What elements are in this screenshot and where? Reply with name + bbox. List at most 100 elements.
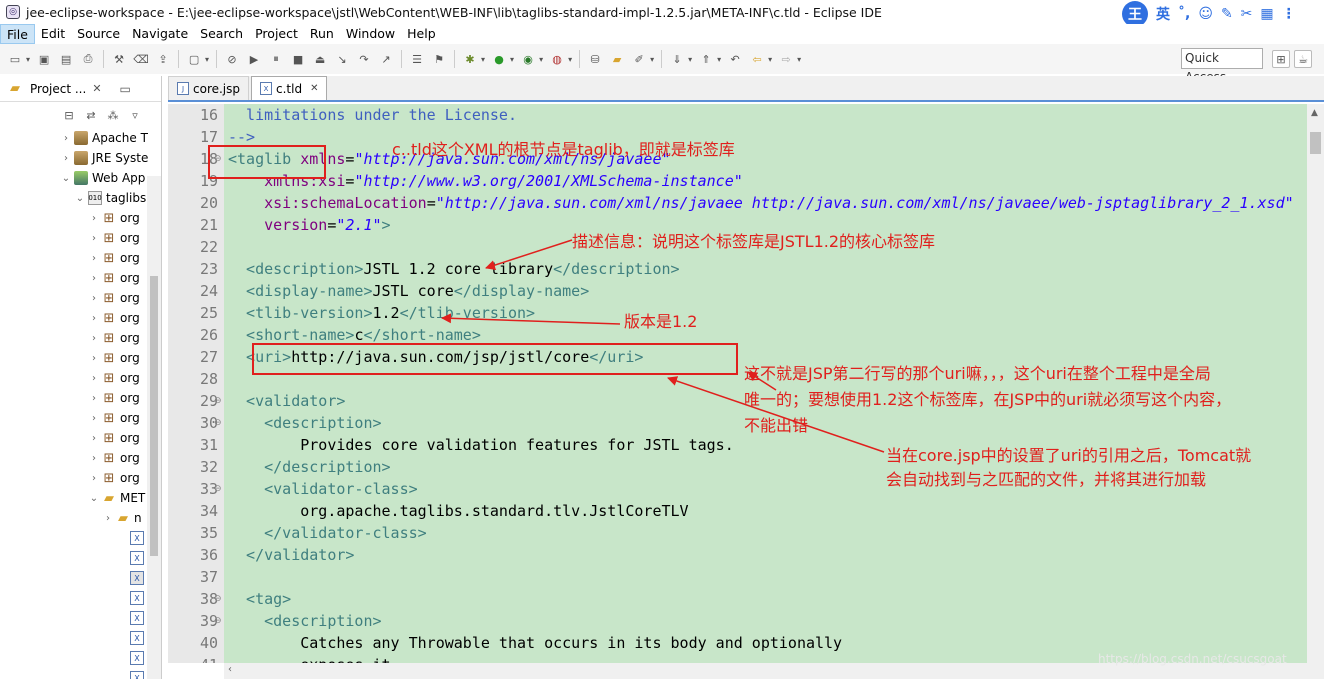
back-dropdown-icon[interactable]: ▾ — [768, 55, 772, 64]
code-line[interactable]: <tag> — [228, 588, 291, 610]
tree-item[interactable]: › ⊞ org — [0, 228, 161, 248]
ime-keyboard-icon[interactable]: ▦ — [1260, 6, 1273, 22]
forward-dropdown-icon[interactable]: ▾ — [797, 55, 801, 64]
tree-toggle-icon[interactable]: ⌄ — [88, 493, 100, 504]
tree-item[interactable]: Xfi — [0, 648, 161, 668]
tree-toggle-icon[interactable]: › — [88, 353, 100, 364]
code-line[interactable]: <tlib-version>1.2</tlib-version> — [228, 302, 535, 324]
tree-item[interactable]: › ⊞ org — [0, 368, 161, 388]
menu-edit[interactable]: Edit — [35, 24, 71, 44]
next-annotation-icon[interactable]: ⇓ — [668, 50, 686, 68]
code-line[interactable]: <description> — [228, 412, 381, 434]
tree-toggle-icon[interactable]: › — [88, 333, 100, 344]
tree-item[interactable]: ⌄ Web App — [0, 168, 161, 188]
new-dropdown-icon[interactable]: ▾ — [26, 55, 30, 64]
tree-toggle-icon[interactable]: › — [88, 433, 100, 444]
ime-emoji-icon[interactable]: ☺ — [1198, 6, 1213, 22]
previous-annotation-icon[interactable]: ⇑ — [697, 50, 715, 68]
fold-toggle-icon[interactable]: ⊖ — [214, 418, 222, 428]
publish-icon[interactable]: ⇪ — [154, 50, 172, 68]
tree-toggle-icon[interactable]: › — [88, 413, 100, 424]
disconnect-icon[interactable]: ⏏ — [311, 50, 329, 68]
tree-item[interactable]: › JRE Syste — [0, 148, 161, 168]
forward-icon[interactable]: ⇨ — [777, 50, 795, 68]
previous-annotation-dropdown-icon[interactable]: ▾ — [717, 55, 721, 64]
code-line[interactable]: exposes it. — [228, 654, 399, 663]
ime-more-icon[interactable]: ⋮ — [1282, 6, 1296, 22]
tree-item[interactable]: XD — [0, 588, 161, 608]
tree-toggle-icon[interactable]: › — [88, 213, 100, 224]
tree-toggle-icon[interactable]: › — [88, 233, 100, 244]
tree-item[interactable]: › Apache T — [0, 128, 161, 148]
menu-navigate[interactable]: Navigate — [126, 24, 194, 44]
build-icon[interactable]: ⚒ — [110, 50, 128, 68]
save-icon[interactable]: ▣ — [35, 50, 53, 68]
tree-toggle-icon[interactable]: › — [88, 453, 100, 464]
menu-project[interactable]: Project — [249, 24, 304, 44]
tree-item[interactable]: › ⊞ org — [0, 388, 161, 408]
skip-breakpoints-icon[interactable]: ⊘ — [223, 50, 241, 68]
tree-item[interactable]: ⌄ 010 taglibs — [0, 188, 161, 208]
open-type-dropdown-icon[interactable]: ▾ — [650, 55, 654, 64]
scroll-left-icon[interactable]: ‹ — [228, 664, 232, 675]
tree-item[interactable]: › ⊞ org — [0, 208, 161, 228]
tree-item[interactable]: › ⊞ org — [0, 268, 161, 288]
coverage-dropdown-icon[interactable]: ▾ — [539, 55, 543, 64]
console-dropdown-icon[interactable]: ▾ — [205, 55, 209, 64]
code-line[interactable]: </description> — [228, 456, 390, 478]
step-return-icon[interactable]: ↗ — [377, 50, 395, 68]
quick-access-input[interactable]: Quick Access — [1181, 48, 1263, 84]
tree-toggle-icon[interactable]: › — [60, 153, 72, 164]
menu-file[interactable]: File — [0, 24, 35, 44]
tree-item[interactable]: Xc — [0, 568, 161, 588]
tree-item[interactable]: › ⊞ org — [0, 288, 161, 308]
code-line[interactable]: Catches any Throwable that occurs in its… — [228, 632, 842, 654]
debug-dropdown-icon[interactable]: ▾ — [481, 55, 485, 64]
toggle-mark-icon[interactable]: ⚑ — [430, 50, 448, 68]
fold-toggle-icon[interactable]: ⊖ — [214, 484, 222, 494]
tab-core-jsp[interactable]: J core.jsp — [168, 76, 250, 100]
tree-item[interactable]: Xfi — [0, 628, 161, 648]
ime-pen-icon[interactable]: ✎ — [1221, 6, 1233, 22]
tree-toggle-icon[interactable]: › — [88, 473, 100, 484]
link-with-editor-icon[interactable]: ⇄ — [82, 106, 100, 124]
project-explorer-scrollbar[interactable] — [147, 176, 161, 679]
open-perspective-icon[interactable]: ⊞ — [1272, 50, 1290, 68]
code-line[interactable]: version="2.1"> — [228, 214, 390, 236]
tree-toggle-icon[interactable]: ⌄ — [74, 193, 86, 204]
new-icon[interactable]: ▭ — [6, 50, 24, 68]
tree-toggle-icon[interactable]: › — [88, 373, 100, 384]
minimize-icon[interactable]: ▭ — [120, 82, 131, 96]
filters-icon[interactable]: ⁂ — [104, 106, 122, 124]
code-line[interactable]: org.apache.taglibs.standard.tlv.JstlCore… — [228, 500, 688, 522]
fold-toggle-icon[interactable]: ⊖ — [214, 616, 222, 626]
tree-toggle-icon[interactable]: › — [88, 273, 100, 284]
ime-punct-icon[interactable]: ˚, — [1178, 6, 1190, 22]
code-line[interactable]: <description> — [228, 610, 381, 632]
menu-source[interactable]: Source — [71, 24, 126, 44]
resume-icon[interactable]: ▶ — [245, 50, 263, 68]
tree-item[interactable]: Xc — [0, 528, 161, 548]
tree-item[interactable]: › ⊞ org — [0, 248, 161, 268]
run-dropdown-icon[interactable]: ▾ — [510, 55, 514, 64]
tree-item[interactable]: › ⊞ org — [0, 448, 161, 468]
code-line[interactable]: xsi:schemaLocation="http://java.sun.com/… — [228, 192, 1294, 214]
tree-item[interactable]: Xfi — [0, 608, 161, 628]
open-type-icon[interactable]: ✐ — [630, 50, 648, 68]
tree-toggle-icon[interactable]: › — [60, 133, 72, 144]
tree-item[interactable]: › ⊞ org — [0, 348, 161, 368]
tree-item[interactable]: › ⊞ org — [0, 468, 161, 488]
project-explorer-tab[interactable]: ▰ Project ... ✕ ▭ — [0, 76, 161, 102]
external-tools-dropdown-icon[interactable]: ▾ — [568, 55, 572, 64]
ime-language-toggle[interactable]: 英 — [1156, 4, 1170, 24]
clean-icon[interactable]: ⌫ — [132, 50, 150, 68]
terminate-icon[interactable]: ■ — [289, 50, 307, 68]
tree-item[interactable]: Xc — [0, 548, 161, 568]
menu-window[interactable]: Window — [340, 24, 401, 44]
save-all-icon[interactable]: ▤ — [57, 50, 75, 68]
format-icon[interactable]: ☰ — [408, 50, 426, 68]
tree-item[interactable]: › ▰ n — [0, 508, 161, 528]
tree-toggle-icon[interactable]: › — [102, 513, 114, 524]
scroll-up-icon[interactable]: ▲ — [1311, 108, 1318, 118]
tree-toggle-icon[interactable]: › — [88, 393, 100, 404]
